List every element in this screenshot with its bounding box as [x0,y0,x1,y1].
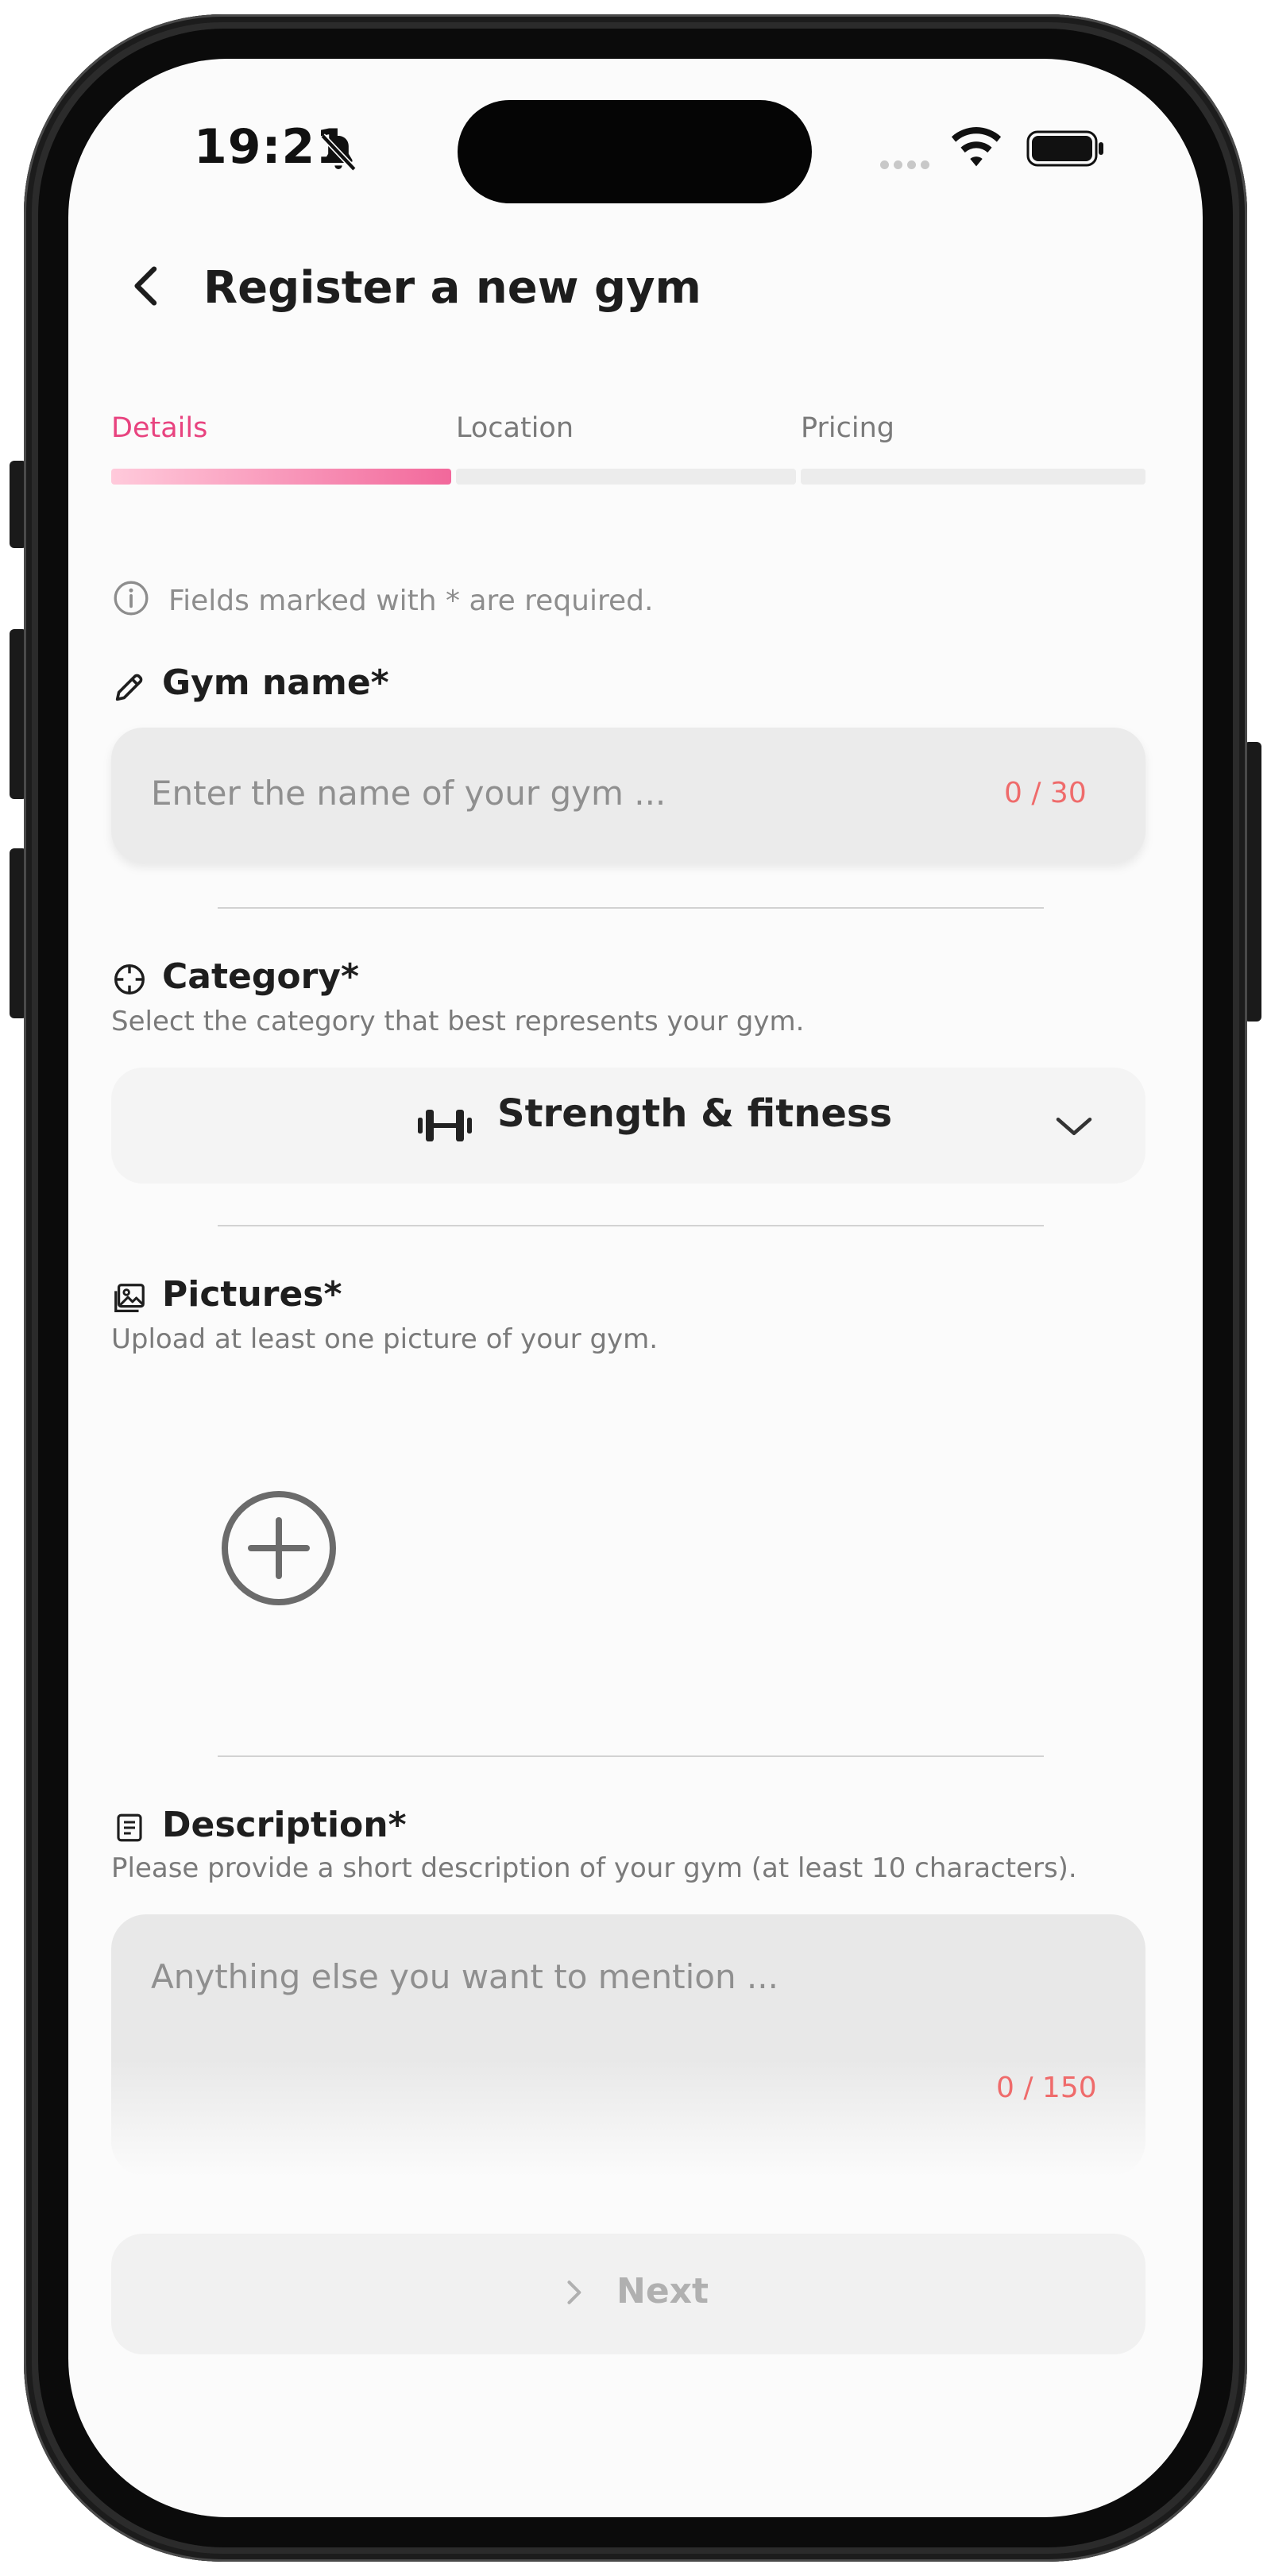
signal-dots-icon [880,157,934,172]
gym-name-placeholder: Enter the name of your gym ... [151,774,666,813]
description-hint: Please provide a short description of yo… [111,1852,1077,1884]
chevron-down-icon[interactable] [1050,1103,1098,1153]
add-circle-icon[interactable] [219,1489,338,1611]
bell-slash-icon [316,130,361,178]
next-button-label: Next [616,2271,709,2311]
pencil-icon [111,669,148,709]
crosshair-icon [111,961,148,1001]
description-textarea[interactable] [111,1914,1145,2176]
category-selected-value: Strength & fitness [497,1091,893,1136]
pictures-label: Pictures* [162,1274,342,1315]
page-title: Register a new gym [203,262,701,314]
image-icon [111,1280,148,1320]
progress-step-2 [456,469,796,485]
description-counter: 0 / 150 [996,2072,1097,2104]
gym-name-label: Gym name* [162,662,389,703]
app-screen: 19:21 Register a new gym Details Locatio… [68,59,1203,2517]
tab-location[interactable]: Location [456,412,574,444]
chevron-right-icon [556,2275,591,2313]
description-label: Description* [162,1805,407,1845]
progress-step-1 [111,469,451,485]
tab-details[interactable]: Details [111,412,207,444]
description-placeholder: Anything else you want to mention ... [151,1957,778,1996]
tab-pricing[interactable]: Pricing [801,412,894,444]
battery-icon [1026,130,1106,170]
back-arrow-icon[interactable] [122,261,173,315]
document-icon [113,1811,146,1848]
category-description: Select the category that best represents… [111,1006,805,1037]
dumbbell-icon [416,1103,473,1152]
dynamic-island [458,100,812,203]
category-label: Category* [162,956,359,997]
progress-step-3 [801,469,1145,485]
gym-name-counter: 0 / 30 [1004,777,1087,809]
divider [218,1755,1044,1757]
required-note: Fields marked with * are required. [168,585,654,617]
pictures-description: Upload at least one picture of your gym. [111,1323,659,1355]
divider [218,907,1044,909]
divider [218,1225,1044,1226]
wifi-icon [950,126,1003,173]
info-icon [111,578,151,621]
